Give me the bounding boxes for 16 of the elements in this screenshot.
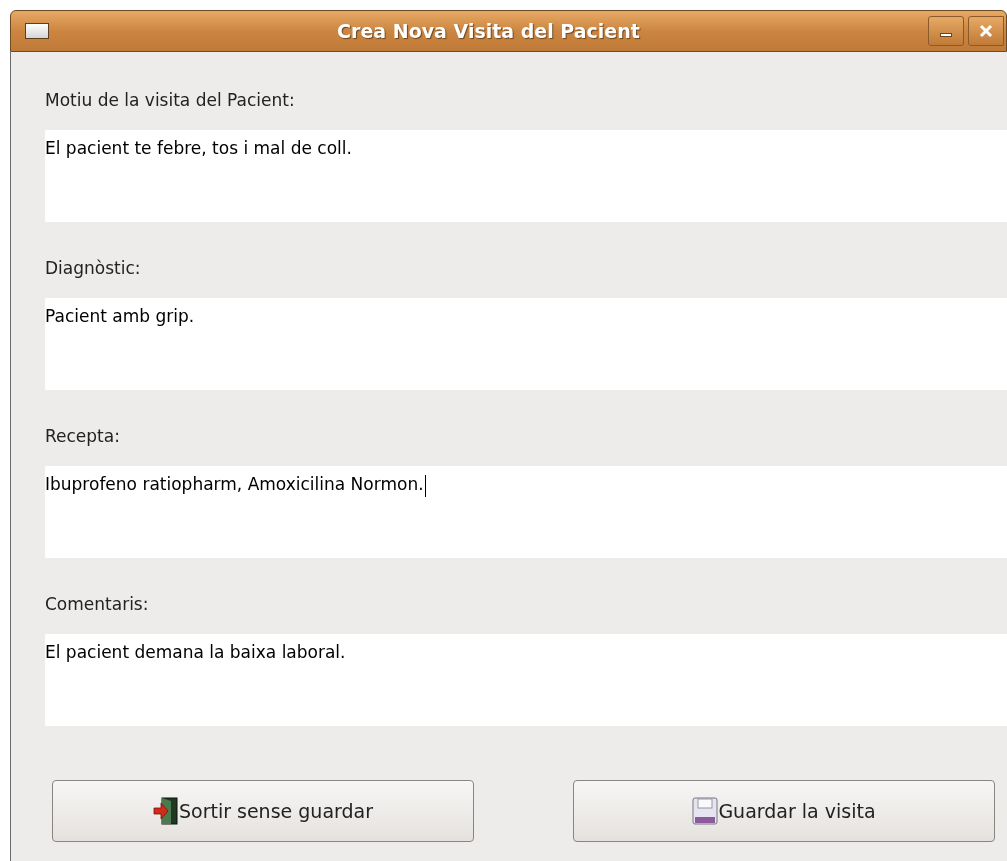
text-area[interactable]: El pacient demana la baixa laboral. (45, 634, 1007, 726)
window-title: Crea Nova Visita del Pacient (337, 18, 640, 44)
window-menu-icon[interactable] (25, 23, 49, 39)
exit-button[interactable]: Sortir sense guardar (52, 780, 474, 842)
save-button[interactable]: Guardar la visita (573, 780, 995, 842)
close-button[interactable] (968, 16, 1004, 46)
field-label: Comentaris: (45, 593, 150, 616)
text-area[interactable]: Ibuprofeno ratiopharm, Amoxicilina Normon. (45, 466, 1007, 558)
field-label: Diagnòstic: (45, 257, 142, 280)
field-label: Motiu de la visita del Pacient: (45, 89, 296, 112)
close-icon (979, 24, 993, 38)
text-area[interactable]: El pacient te febre, tos i mal de coll. (45, 130, 1007, 222)
minimize-button[interactable] (928, 16, 964, 46)
text-area[interactable]: Pacient amb grip. (45, 298, 1007, 390)
field-label: Recepta: (45, 425, 121, 448)
exit-door-icon (152, 797, 179, 825)
